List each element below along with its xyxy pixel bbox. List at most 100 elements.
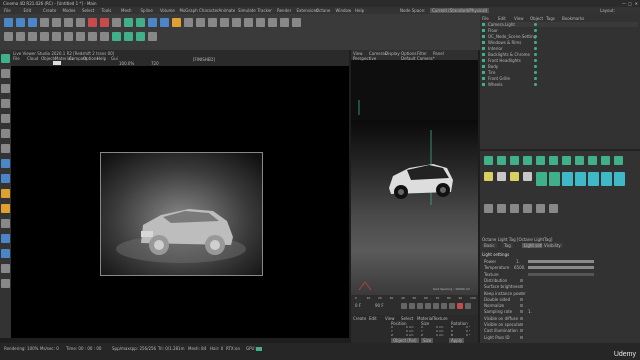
material-swatch[interactable] <box>510 204 519 213</box>
visibility-dots[interactable] <box>534 65 537 68</box>
toolbar-button[interactable] <box>208 18 217 27</box>
object-row[interactable]: Windows & Rims <box>482 40 638 45</box>
left-tool-icon[interactable] <box>1 279 10 288</box>
visibility-dots[interactable] <box>534 53 537 56</box>
menu-item-12[interactable]: Simulate <box>238 8 256 13</box>
material-swatch[interactable] <box>562 156 571 165</box>
visibility-dots[interactable] <box>534 35 537 38</box>
attribute-slider[interactable] <box>528 272 594 276</box>
material-swatch[interactable] <box>484 204 493 213</box>
toolbar-button[interactable] <box>64 18 73 27</box>
toolbar-button[interactable] <box>256 18 265 27</box>
power-value[interactable]: 1. <box>516 259 520 264</box>
toolbar-button[interactable] <box>280 18 289 27</box>
left-tool-icon[interactable] <box>1 159 10 168</box>
left-tool-icon[interactable] <box>1 69 10 78</box>
maximize-button[interactable]: □ <box>628 1 632 6</box>
ipr-menu-item[interactable]: Cloud <box>27 56 38 61</box>
attribute-slider[interactable] <box>528 266 594 270</box>
menu-item-1[interactable]: Edit <box>24 8 32 13</box>
material-swatch[interactable] <box>523 204 532 213</box>
object-row[interactable]: Front Grille <box>482 76 638 81</box>
node-space-select[interactable]: Current (Standard/Physical) <box>430 8 490 13</box>
left-tool-icon[interactable] <box>1 174 10 183</box>
menu-item-5[interactable]: Tools <box>102 8 112 13</box>
object-menu-item[interactable]: Edit <box>498 16 506 21</box>
timeline[interactable]: 0 10 20 30 40 50 60 70 80 90 100 0 F 90 F <box>351 295 478 315</box>
sampling-value[interactable]: 1. <box>528 309 532 314</box>
visibility-dots[interactable] <box>534 77 537 80</box>
toolbar-button[interactable] <box>40 32 49 41</box>
object-row[interactable]: Interior <box>482 46 638 51</box>
material-swatch[interactable] <box>523 172 532 181</box>
material-swatch[interactable] <box>575 156 584 165</box>
temperature-value[interactable]: 6500. <box>514 265 525 270</box>
toolbar-button[interactable] <box>28 32 37 41</box>
material-swatch[interactable] <box>588 172 599 186</box>
zoom-field[interactable]: 100.0% <box>119 61 134 66</box>
visibility-dots[interactable] <box>534 23 537 26</box>
transport-button[interactable] <box>409 303 415 309</box>
menu-item-15[interactable]: Extensions <box>297 8 319 13</box>
object-row[interactable]: OC_Node_Scene.Setting <box>482 34 638 39</box>
toolbar-button[interactable] <box>4 32 13 41</box>
toolbar-button[interactable] <box>244 18 253 27</box>
menu-item-11[interactable]: Animate <box>219 8 236 13</box>
material-swatch[interactable] <box>601 172 612 186</box>
transport-button[interactable] <box>465 303 471 309</box>
material-swatch[interactable] <box>497 204 506 213</box>
perspective-viewport[interactable]: View Cameras Display Options Filter Panel Per… <box>351 50 478 295</box>
toolbar-button[interactable] <box>160 18 169 27</box>
material-swatch[interactable] <box>510 156 519 165</box>
toolbar-button[interactable] <box>52 32 61 41</box>
frame-field[interactable]: 720 <box>151 61 159 66</box>
object-menu-item[interactable]: View <box>514 16 524 21</box>
viewport-menu-item[interactable]: Display <box>385 51 400 56</box>
object-row[interactable]: Wheels <box>482 82 638 87</box>
visibility-dots[interactable] <box>534 59 537 62</box>
left-tool-icon[interactable] <box>1 234 10 243</box>
transport-button[interactable] <box>457 303 463 309</box>
ipr-menu-item[interactable]: File <box>13 56 20 61</box>
toolbar-button[interactable] <box>16 32 25 41</box>
visibility-dots[interactable] <box>534 71 537 74</box>
material-swatch[interactable] <box>549 156 558 165</box>
left-tool-icon[interactable] <box>1 219 10 228</box>
visibility-dots[interactable] <box>534 83 537 86</box>
toolbar-button[interactable] <box>76 32 85 41</box>
toolbar-button[interactable] <box>64 32 73 41</box>
material-swatch[interactable] <box>497 172 506 181</box>
toolbar-button[interactable] <box>196 18 205 27</box>
attribute-checkbox[interactable] <box>520 291 523 295</box>
toolbar-button[interactable] <box>148 32 157 41</box>
attribute-checkbox[interactable] <box>520 278 523 282</box>
menu-item-3[interactable]: Modes <box>63 8 76 13</box>
toolbar-button[interactable] <box>268 18 277 27</box>
toolbar-button[interactable] <box>220 18 229 27</box>
left-tool-icon[interactable] <box>1 129 10 138</box>
left-tool-icon[interactable] <box>1 144 10 153</box>
material-swatch[interactable] <box>510 172 519 181</box>
material-swatch[interactable] <box>484 172 493 181</box>
visibility-dots[interactable] <box>534 41 537 44</box>
toolbar-button[interactable] <box>88 18 97 27</box>
toolbar-button[interactable] <box>292 18 301 27</box>
transport-button[interactable] <box>425 303 431 309</box>
coord-cell[interactable]: 0 ° <box>466 333 470 337</box>
object-row[interactable]: Body <box>482 64 638 69</box>
material-menu-item[interactable]: Edit <box>369 316 377 321</box>
material-swatch[interactable] <box>562 172 573 186</box>
attribute-tab[interactable]: Basic <box>482 243 497 248</box>
toolbar-button[interactable] <box>28 18 37 27</box>
transport-button[interactable] <box>417 303 423 309</box>
left-tool-icon[interactable] <box>1 54 10 63</box>
transport-button[interactable] <box>441 303 447 309</box>
menu-item-14[interactable]: Render <box>277 8 291 13</box>
menu-item-9[interactable]: MoGraph <box>180 8 198 13</box>
menu-item-2[interactable]: Create <box>43 8 56 13</box>
object-row[interactable]: Front Headlights <box>482 58 638 63</box>
material-menu-item[interactable]: Create <box>353 316 366 321</box>
coord-cell[interactable]: 0 cm <box>406 333 413 337</box>
object-menu-item[interactable]: Tags <box>546 16 555 21</box>
left-tool-icon[interactable] <box>1 249 10 258</box>
